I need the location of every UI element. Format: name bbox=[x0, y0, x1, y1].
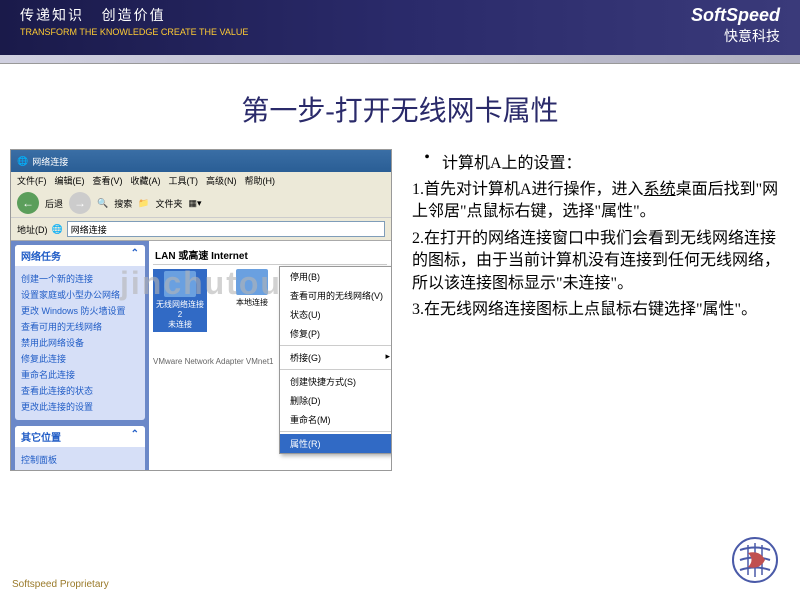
sidebar-item[interactable]: 修复此连接 bbox=[21, 352, 139, 366]
sidebar-item[interactable]: 控制面板 bbox=[21, 453, 139, 467]
sidebar-item[interactable]: 更改 Windows 防火墙设置 bbox=[21, 304, 139, 318]
header-left: 传递知识 创造价值 TRANSFORM THE KNOWLEDGE CREATE… bbox=[20, 5, 248, 50]
sidebar-item[interactable]: 禁用此网络设备 bbox=[21, 336, 139, 350]
company-logo-icon bbox=[730, 535, 780, 585]
header-brand: SoftSpeed 快意科技 bbox=[691, 5, 780, 50]
connection-icon-lan[interactable]: 本地连接 bbox=[227, 269, 277, 332]
ctx-item-rename[interactable]: 重命名(M) bbox=[280, 410, 392, 429]
ctx-item-bridge[interactable]: 桥接(G) bbox=[280, 348, 392, 367]
network-icon: 🌐 bbox=[52, 224, 63, 235]
group-header: LAN 或高速 Internet bbox=[153, 245, 387, 265]
forward-button[interactable]: → bbox=[69, 192, 91, 214]
folders-icon[interactable]: 📁 bbox=[138, 198, 149, 209]
ctx-item-disable[interactable]: 停用(B) bbox=[280, 267, 392, 286]
sidebar-item[interactable]: 查看可用的无线网络 bbox=[21, 320, 139, 334]
slide-title: 第一步-打开无线网卡属性 bbox=[0, 89, 800, 129]
address-bar: 地址(D) 🌐 bbox=[11, 218, 391, 241]
sidebar-item[interactable]: 查看此连接的状态 bbox=[21, 384, 139, 398]
ctx-item-properties[interactable]: 属性(R) bbox=[280, 434, 392, 453]
ctx-item-shortcut[interactable]: 创建快捷方式(S) bbox=[280, 372, 392, 391]
ctx-item-view-wireless[interactable]: 查看可用的无线网络(V) bbox=[280, 286, 392, 305]
ctx-separator bbox=[280, 345, 392, 346]
network-icon: 🌐 bbox=[17, 156, 28, 167]
window-titlebar: 🌐 网络连接 bbox=[11, 150, 391, 172]
sidebar-item[interactable]: 设置家庭或小型办公网络 bbox=[21, 288, 139, 302]
ctx-separator bbox=[280, 431, 392, 432]
ctx-item-status[interactable]: 状态(U) bbox=[280, 305, 392, 324]
screenshot-embed: 🌐 网络连接 文件(F)编辑(E)查看(V)收藏(A)工具(T)高级(N)帮助(… bbox=[10, 149, 392, 471]
footer-text: Softspeed Proprietary bbox=[12, 579, 109, 590]
ctx-item-delete[interactable]: 删除(D) bbox=[280, 391, 392, 410]
sidebar-item[interactable]: 重命名此连接 bbox=[21, 368, 139, 382]
network-adapter-icon bbox=[164, 271, 196, 297]
back-button[interactable]: ← bbox=[17, 192, 39, 214]
main-pane: LAN 或高速 Internet 无线网络连接 2 未连接 本地连接 1394 … bbox=[149, 241, 391, 471]
sidebar-item[interactable]: 创建一个新的连接 bbox=[21, 272, 139, 286]
instructions: •计算机A上的设置： 1.首先对计算机A进行操作，进入系统桌面后找到"网上邻居"… bbox=[392, 149, 790, 471]
sidebar: 网络任务⌃ 创建一个新的连接 设置家庭或小型办公网络 更改 Windows 防火… bbox=[11, 241, 149, 471]
menubar[interactable]: 文件(F)编辑(E)查看(V)收藏(A)工具(T)高级(N)帮助(H) bbox=[11, 172, 391, 189]
ctx-separator bbox=[280, 369, 392, 370]
views-icon[interactable]: ▦▾ bbox=[188, 198, 201, 209]
sidebar-item[interactable]: 网上邻居 bbox=[21, 469, 139, 471]
panel-header-tasks[interactable]: 网络任务⌃ bbox=[15, 245, 145, 266]
search-icon[interactable]: 🔍 bbox=[97, 198, 108, 209]
toolbar[interactable]: ← 后退 → 🔍搜索 📁文件夹 ▦▾ bbox=[11, 189, 391, 218]
context-menu: 停用(B) 查看可用的无线网络(V) 状态(U) 修复(P) 桥接(G) 创建快… bbox=[279, 266, 392, 454]
panel-header-other[interactable]: 其它位置⌃ bbox=[15, 426, 145, 447]
system-link[interactable]: 系统 bbox=[644, 181, 676, 198]
ctx-item-repair[interactable]: 修复(P) bbox=[280, 324, 392, 343]
connection-icon-wireless[interactable]: 无线网络连接 2 未连接 bbox=[153, 269, 207, 332]
address-input[interactable] bbox=[67, 221, 385, 237]
sidebar-item[interactable]: 更改此连接的设置 bbox=[21, 400, 139, 414]
network-adapter-icon bbox=[236, 269, 268, 295]
slide-header: 传递知识 创造价值 TRANSFORM THE KNOWLEDGE CREATE… bbox=[0, 0, 800, 55]
header-strip bbox=[0, 55, 800, 64]
